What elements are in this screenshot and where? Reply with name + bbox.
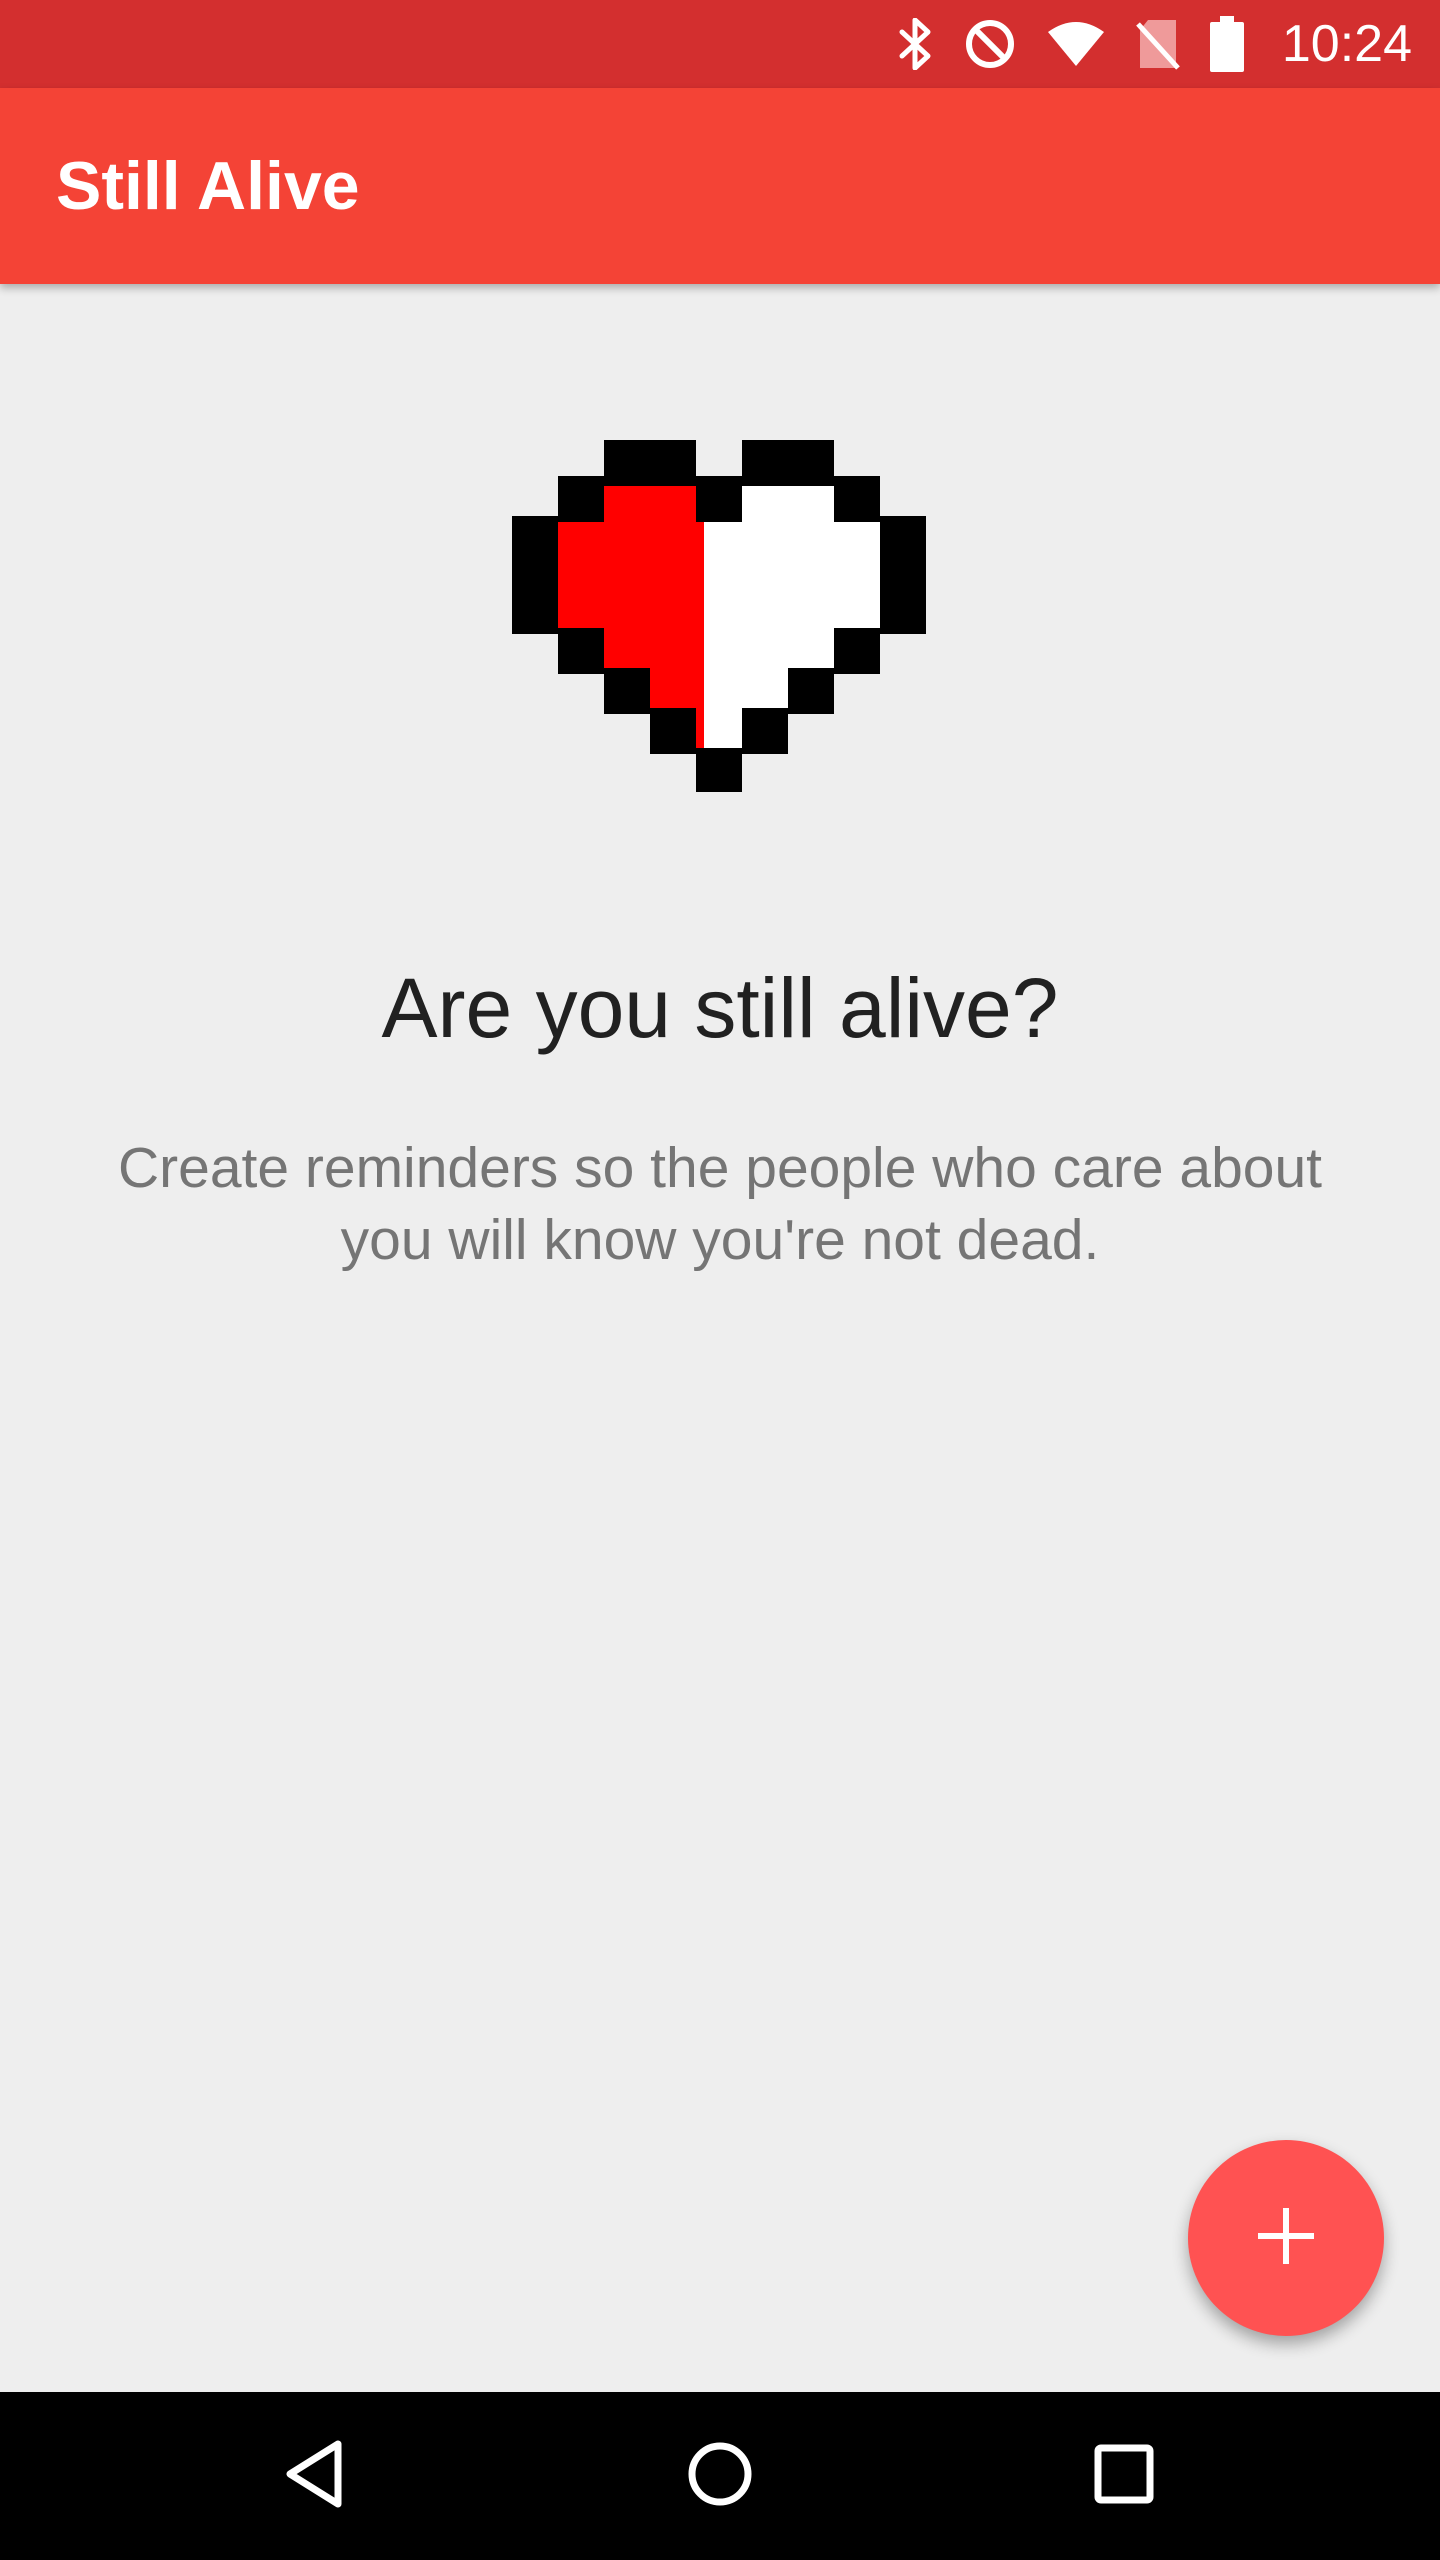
- do-not-disturb-icon: [964, 18, 1016, 70]
- no-sim-icon: [1136, 18, 1180, 70]
- back-button[interactable]: [214, 2392, 414, 2560]
- status-time: 10:24: [1281, 15, 1412, 73]
- app-title: Still Alive: [56, 148, 360, 224]
- status-icons: 10:24: [898, 0, 1412, 88]
- battery-icon: [1209, 16, 1244, 72]
- wifi-icon: [1046, 20, 1106, 68]
- navigation-bar: [0, 2392, 1440, 2560]
- app-bar: Still Alive: [0, 88, 1440, 284]
- headline: Are you still alive?: [381, 961, 1059, 1055]
- recents-button[interactable]: [1024, 2392, 1224, 2560]
- bluetooth-icon: [898, 18, 934, 70]
- add-reminder-button[interactable]: [1188, 2140, 1384, 2336]
- back-icon: [284, 2440, 344, 2513]
- home-icon: [687, 2441, 753, 2512]
- subtext: Create reminders so the people who care …: [117, 1136, 1323, 1272]
- status-bar: 10:24: [0, 0, 1440, 88]
- plus-icon: [1258, 2207, 1314, 2269]
- screen: 10:24 Still Alive Are you still alive? C…: [0, 0, 1440, 2560]
- home-button[interactable]: [620, 2392, 820, 2560]
- half-heart-icon: [512, 440, 928, 797]
- recents-icon: [1094, 2444, 1154, 2509]
